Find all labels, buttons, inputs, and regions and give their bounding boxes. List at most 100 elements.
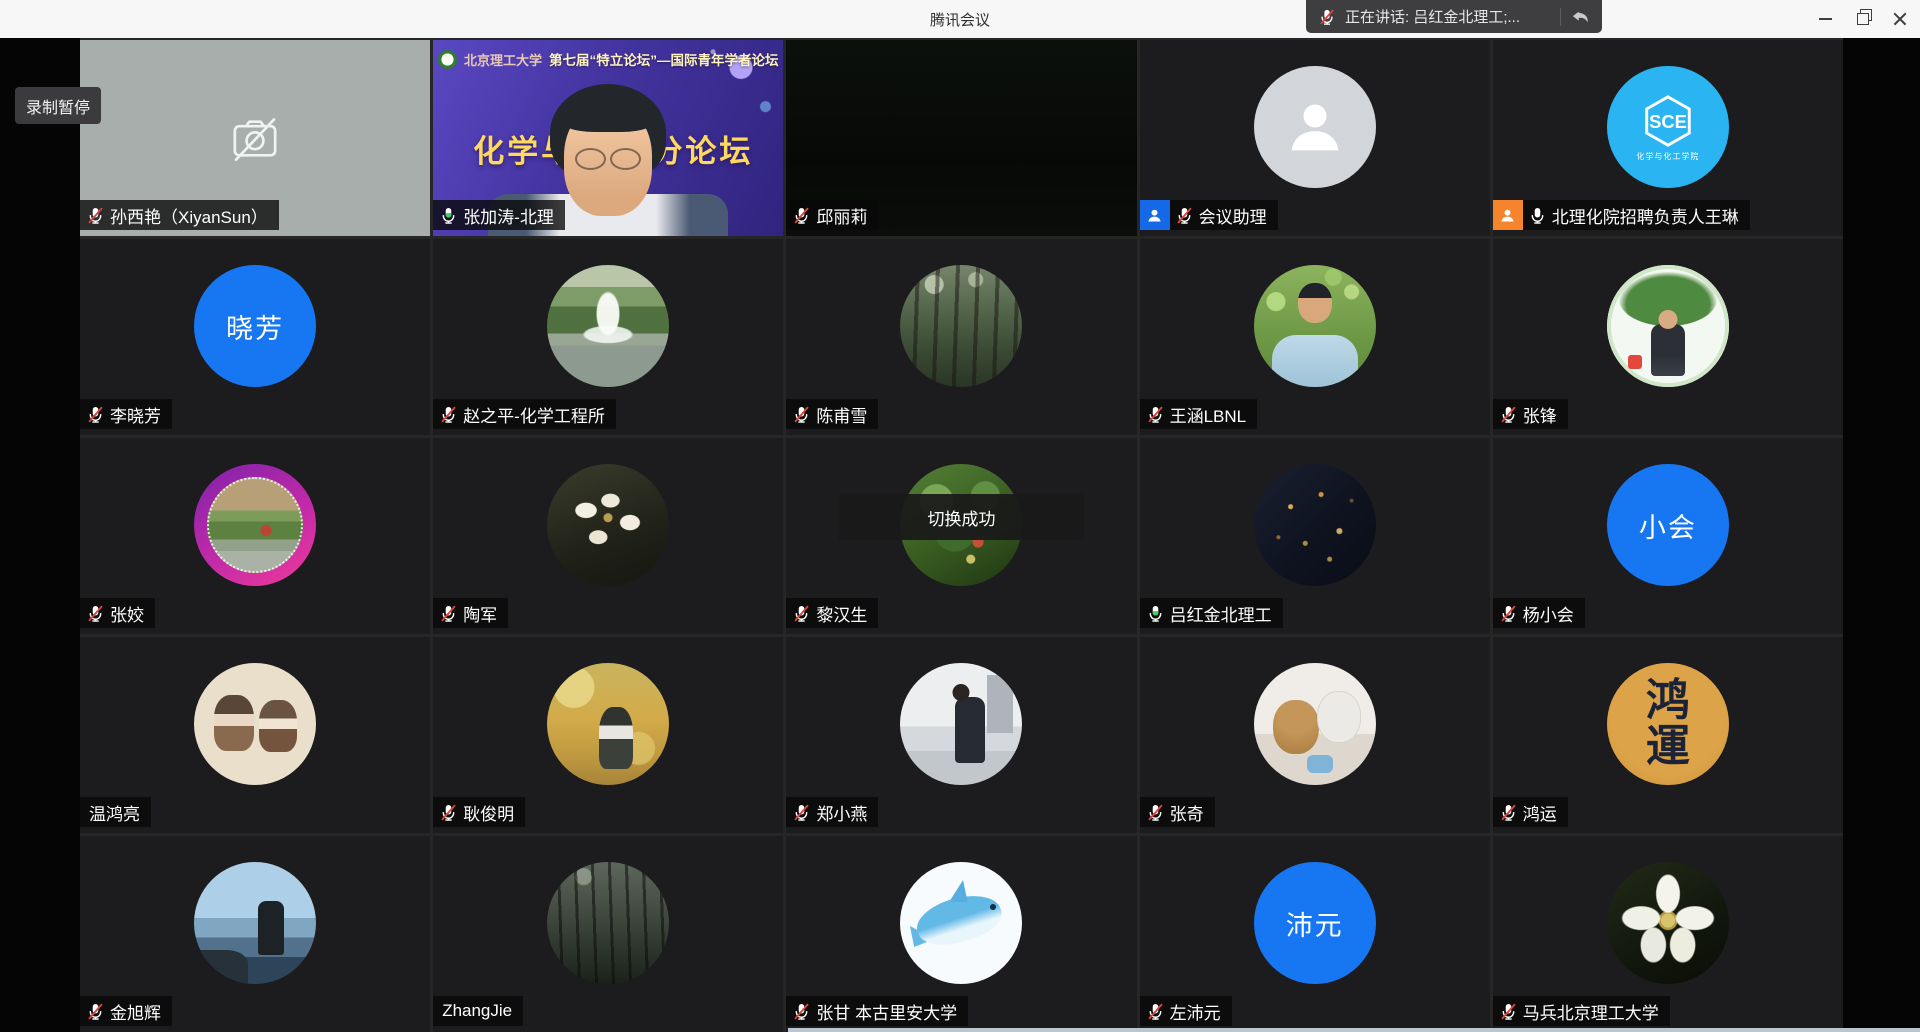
minimize-button[interactable] [1807, 0, 1844, 38]
avatar-photo [900, 265, 1022, 387]
avatar-initials: 晓芳 [194, 265, 316, 387]
recording-paused-badge[interactable]: 录制暂停 [15, 87, 101, 124]
participant-name: 张奇 [1170, 800, 1204, 825]
tile-wang-lin[interactable]: SCE 化学与化工学院 北理化院招聘负责人王琳 [1493, 40, 1843, 236]
participant-nameplate: 王涵LBNL [1140, 399, 1258, 429]
participant-name: 陶军 [463, 601, 497, 626]
tile-ma-bing[interactable]: 马兵北京理工大学 [1493, 836, 1843, 1032]
avatar-photo [194, 663, 316, 785]
scce-caption: 化学与化工学院 [1636, 151, 1699, 162]
avatar-photo [547, 464, 669, 586]
mic-muted-icon [86, 604, 105, 623]
participant-nameplate: 陶军 [433, 598, 508, 628]
tile-zhangjie[interactable]: ZhangJie [433, 836, 783, 1032]
tile-sun-xiyan[interactable]: 孙西艳（XiyanSun） [80, 40, 430, 236]
participant-name: 李晓芳 [110, 402, 161, 427]
tile-li-xiaofang[interactable]: 晓芳 李晓芳 [80, 239, 430, 435]
mic-muted-icon [439, 604, 458, 623]
participant-nameplate: 张锋 [1493, 399, 1568, 429]
mic-speaking-icon [439, 206, 458, 225]
tile-qiu-lili[interactable]: 邱丽莉 [786, 40, 1136, 236]
participant-nameplate: 金旭辉 [80, 996, 172, 1026]
mic-muted-icon [86, 1002, 105, 1021]
avatar-photo [1607, 265, 1729, 387]
participant-name: 吕红金北理工 [1170, 601, 1272, 626]
mic-muted-icon [1146, 803, 1165, 822]
mic-muted-icon [86, 405, 105, 424]
tile-zuo-peiyuan[interactable]: 沛元 左沛元 [1140, 836, 1490, 1032]
avatar-placeholder [1254, 66, 1376, 188]
person-icon [1282, 94, 1348, 160]
participant-name: 王涵LBNL [1170, 402, 1247, 427]
participant-nameplate: 张姣 [80, 598, 155, 628]
tile-geng-junming[interactable]: 耿俊明 [433, 637, 783, 833]
tile-li-hansheng[interactable]: 切换成功 黎汉生 [786, 438, 1136, 634]
tile-zhang-gan[interactable]: 张甘 本古里安大学 [786, 836, 1136, 1032]
tile-zhao-zhiping[interactable]: 赵之平-化学工程所 [433, 239, 783, 435]
mic-muted-icon [792, 405, 811, 424]
participant-nameplate: 会议助理 [1140, 200, 1278, 230]
participant-nameplate: 左沛元 [1140, 996, 1232, 1026]
participant-name: 耿俊明 [463, 800, 514, 825]
participant-name: 张加涛-北理 [463, 203, 554, 228]
participant-nameplate: 黎汉生 [786, 598, 878, 628]
participant-nameplate: 耿俊明 [433, 797, 525, 827]
participant-nameplate: 杨小会 [1493, 598, 1585, 628]
close-icon [1893, 12, 1907, 26]
participant-nameplate: ZhangJie [433, 996, 523, 1026]
participant-nameplate: 张甘 本古里安大学 [786, 996, 968, 1026]
tile-tao-jun[interactable]: 陶军 [433, 438, 783, 634]
tile-zhang-feng[interactable]: 张锋 [1493, 239, 1843, 435]
participant-name: 张姣 [110, 601, 144, 626]
cohost-badge-icon [1493, 200, 1523, 230]
tile-zhang-jiatao[interactable]: 北京理工大学 第七届“特立论坛”—国际青年学者论坛 化学与 分论坛 张加涛-北理 [433, 40, 783, 236]
mic-on-icon [1528, 206, 1547, 225]
speaking-indicator-pill[interactable]: 正在讲话: 吕红金北理工;... [1306, 0, 1602, 33]
tile-zhang-qi[interactable]: 张奇 [1140, 637, 1490, 833]
forum-banner-text: 第七届“特立论坛”—国际青年学者论坛 [549, 49, 779, 69]
restore-icon [1857, 13, 1869, 25]
participant-name: ZhangJie [442, 1001, 512, 1021]
tile-yang-xiaohui[interactable]: 小会 杨小会 [1493, 438, 1843, 634]
participant-nameplate: 郑小燕 [786, 797, 878, 827]
avatar-initials: 沛元 [1254, 862, 1376, 984]
host-badge-icon [1140, 200, 1170, 230]
mic-muted-icon [1499, 1002, 1518, 1021]
tile-hong-yun[interactable]: 鸿運 鸿运 [1493, 637, 1843, 833]
mic-muted-icon [792, 803, 811, 822]
reply-arrow-icon[interactable] [1570, 7, 1590, 27]
tile-jin-xuhui[interactable]: 金旭辉 [80, 836, 430, 1032]
participant-nameplate: 赵之平-化学工程所 [433, 399, 616, 429]
participant-nameplate: 孙西艳（XiyanSun） [80, 200, 279, 230]
participant-name: 孙西艳（XiyanSun） [110, 203, 268, 228]
window-title: 腾讯会议 [0, 0, 1920, 38]
tile-wang-han[interactable]: 王涵LBNL [1140, 239, 1490, 435]
avatar-photo [1254, 265, 1376, 387]
restore-button[interactable] [1844, 0, 1881, 38]
avatar-initials-text: 小会 [1639, 506, 1697, 545]
tile-chen-fuxue[interactable]: 陈甫雪 [786, 239, 1136, 435]
avatar-photo [1254, 663, 1376, 785]
participant-name: 陈甫雪 [816, 402, 867, 427]
tile-meeting-assistant[interactable]: 会议助理 [1140, 40, 1490, 236]
mic-muted-icon [86, 206, 105, 225]
participant-name: 赵之平-化学工程所 [463, 402, 605, 427]
tile-lv-hongjin[interactable]: 吕红金北理工 [1140, 438, 1490, 634]
tile-wen-hongliang[interactable]: 温鸿亮 [80, 637, 430, 833]
avatar-photo [194, 862, 316, 984]
mic-muted-icon [439, 405, 458, 424]
participant-name: 马兵北京理工大学 [1523, 999, 1659, 1024]
close-button[interactable] [1881, 0, 1918, 38]
mic-muted-icon [1499, 604, 1518, 623]
tile-zheng-xiaoyan[interactable]: 郑小燕 [786, 637, 1136, 833]
participant-name: 左沛元 [1170, 999, 1221, 1024]
participant-nameplate: 张加涛-北理 [433, 200, 565, 230]
participant-name: 会议助理 [1199, 203, 1267, 228]
mic-muted-icon [1146, 1002, 1165, 1021]
avatar-photo [547, 663, 669, 785]
participant-nameplate: 陈甫雪 [786, 399, 878, 429]
avatar-dolphin [900, 862, 1022, 984]
mic-muted-icon [1499, 405, 1518, 424]
participant-name: 温鸿亮 [89, 800, 140, 825]
tile-zhang-jiao[interactable]: 张姣 [80, 438, 430, 634]
